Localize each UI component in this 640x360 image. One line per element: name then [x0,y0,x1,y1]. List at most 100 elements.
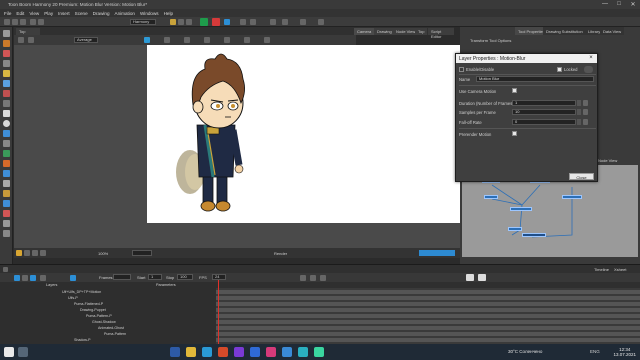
next-frame-icon[interactable] [320,275,326,281]
matte-icon[interactable] [264,37,270,43]
rotate-tool-icon[interactable] [3,200,10,207]
toggle-render-icon[interactable] [244,37,250,43]
reset-pan-icon[interactable] [184,37,190,43]
frame-row[interactable] [216,308,640,313]
scene-canvas[interactable] [147,45,460,223]
contour-tool-icon[interactable] [3,80,10,87]
select-tool-icon[interactable] [3,30,10,37]
expand-icon[interactable] [40,275,46,281]
delete-layer-icon[interactable] [22,275,28,281]
frame-row[interactable] [216,302,640,307]
samples-field[interactable]: 10 [512,109,576,115]
timeline-lock-icon[interactable] [466,274,474,281]
polyline-tool-icon[interactable] [3,130,10,137]
playhead[interactable] [218,280,219,344]
save-icon[interactable] [20,19,26,25]
duration-spinner[interactable] [577,100,581,106]
render-icon[interactable] [212,18,220,26]
brush-tool-icon[interactable] [3,40,10,47]
keyframe-icon[interactable] [70,275,76,281]
new-scene-icon[interactable] [4,19,10,25]
frame-row[interactable] [216,296,640,301]
color-swatch-icon[interactable] [584,66,593,73]
frames-field[interactable] [113,274,131,280]
app-icon[interactable] [234,347,244,357]
layer-row[interactable]: Ghost-Shadow [12,320,216,325]
deform-icon[interactable] [270,19,276,25]
timeline-zoom-icon[interactable] [478,274,486,281]
frame-row[interactable] [216,326,640,331]
frame-field[interactable] [132,250,152,256]
clock[interactable]: 12:34 13.07.2021 [613,347,636,357]
duration-function-icon[interactable] [583,100,588,106]
play-back-icon[interactable] [300,275,306,281]
menu-file[interactable]: File [4,11,11,16]
locked-checkbox[interactable] [557,67,562,72]
pencil-icon[interactable] [178,19,184,25]
reset-view-icon[interactable] [28,37,34,43]
reposition-tool-icon[interactable] [3,230,10,237]
app-icon[interactable] [282,347,292,357]
text-tool-icon[interactable] [3,140,10,147]
close-window-button[interactable]: ✕ [626,1,640,8]
falloff-field[interactable]: 0 [512,119,576,125]
explorer-icon[interactable] [170,347,180,357]
menu-scene[interactable]: Scene [75,11,88,16]
prerender-checkbox[interactable] [512,131,517,136]
tab-data-view[interactable]: Data View [600,27,625,35]
app-icon[interactable] [266,347,276,357]
preview-icon[interactable] [224,19,230,25]
eraser-tool-icon[interactable] [3,60,10,67]
prev-frame-icon[interactable] [310,275,316,281]
maximize-button[interactable]: □ [612,1,626,8]
redo-icon[interactable] [38,19,44,25]
fps-field[interactable]: 24 [212,274,226,280]
search-icon[interactable] [18,347,28,357]
layer-row[interactable]: Drawing-Puppet [12,308,216,313]
eyedropper-tool-icon[interactable] [3,220,10,227]
layer-row[interactable]: Ulf+Ulfs_DP+TP+Motion [12,290,216,295]
stop-field[interactable]: 100 [177,274,193,280]
samples-spinner[interactable] [577,109,581,115]
tab-timeline[interactable]: Timeline [594,267,609,272]
transform-tool-icon[interactable] [3,150,10,157]
menu-edit[interactable]: Edit [16,11,24,16]
tab-script-editor[interactable]: Script Editor [428,28,454,39]
layer-row[interactable]: Animated-Ghost [12,326,216,331]
frame-row[interactable] [216,332,640,337]
cutter-tool-icon[interactable] [3,90,10,97]
frame-ruler[interactable] [216,282,640,289]
folder-icon[interactable] [186,347,196,357]
harmony-icon[interactable] [298,347,308,357]
hand-tool-icon[interactable] [3,190,10,197]
eraser-icon[interactable] [186,19,192,25]
safe-area-icon[interactable] [144,37,150,43]
layer-row[interactable]: Shadow-P [12,338,216,343]
app-icon[interactable] [218,347,228,357]
duration-field[interactable]: 1 [512,100,576,106]
start-field[interactable]: 1 [148,274,162,280]
light-table-icon[interactable] [164,37,170,43]
browser-icon[interactable] [202,347,212,357]
peg-icon[interactable] [30,275,36,281]
menu-insert[interactable]: Insert [58,11,70,16]
animate-tool-icon[interactable] [3,160,10,167]
frame-row[interactable] [216,338,640,343]
enable-checkbox[interactable] [459,67,464,72]
pencil-tool-icon[interactable] [3,50,10,57]
menu-windows[interactable]: Windows [140,11,159,16]
menu-play[interactable]: Play [44,11,53,16]
flip-icon[interactable] [318,19,324,25]
canvas-header-tab[interactable]: Top [16,28,40,35]
open-icon[interactable] [12,19,18,25]
rectangle-tool-icon[interactable] [3,110,10,117]
falloff-spinner[interactable] [577,119,581,125]
layer-row[interactable]: Puma-Pattern [12,332,216,337]
layer-row[interactable]: Puma-Flattened-P [12,302,216,307]
node-box[interactable] [562,195,582,199]
timeline-menu-icon[interactable] [3,267,8,272]
timeline-frames[interactable] [216,282,640,344]
shape-icon[interactable] [200,18,208,26]
minimize-button[interactable]: — [598,1,612,8]
use-camera-checkbox[interactable] [512,88,517,93]
